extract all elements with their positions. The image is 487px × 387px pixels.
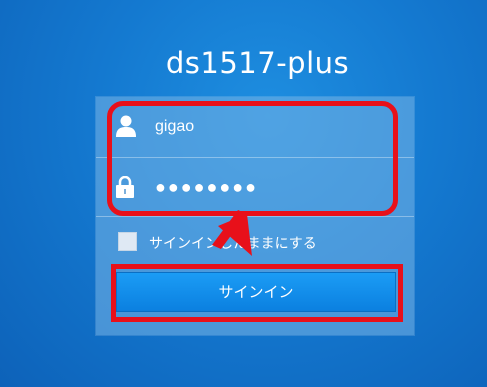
annotation-arrow — [212, 210, 252, 256]
